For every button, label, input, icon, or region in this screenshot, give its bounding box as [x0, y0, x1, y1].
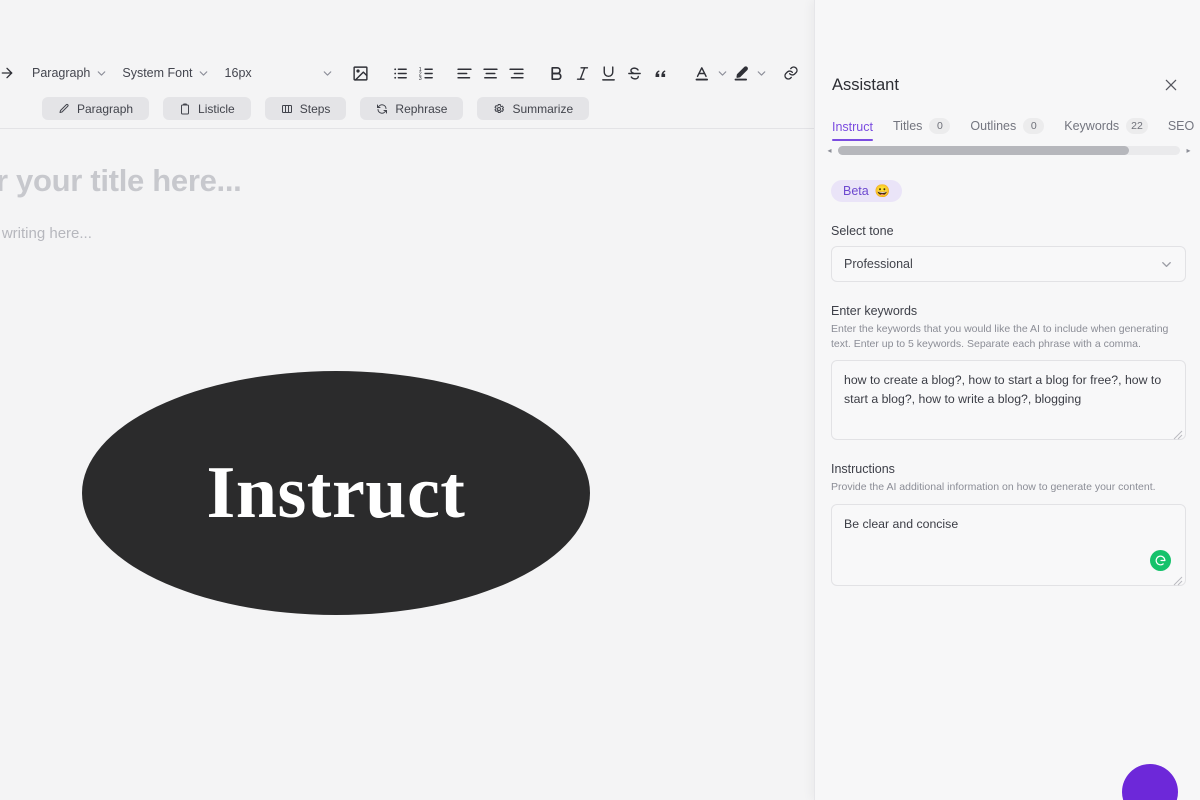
scrollbar-track[interactable]: [838, 146, 1180, 155]
tone-select-value: Professional: [844, 257, 913, 271]
instructions-input[interactable]: Be clear and concise: [831, 503, 1186, 586]
link-icon[interactable]: [778, 60, 804, 86]
chip-rephrase[interactable]: Rephrase: [360, 97, 464, 120]
block-type-select[interactable]: Paragraph: [32, 60, 112, 86]
redo-arrow-icon[interactable]: [0, 60, 22, 86]
italic-icon[interactable]: [570, 60, 596, 86]
blockquote-icon[interactable]: [648, 60, 674, 86]
chat-launcher-button[interactable]: [1122, 764, 1178, 800]
tab-label: Outlines: [970, 119, 1017, 133]
app-root: Paragraph System Font 16px 1 2 3 Paragra…: [0, 0, 1200, 800]
chip-paragraph[interactable]: Paragraph: [42, 97, 150, 120]
assistant-tabs-scrollbar[interactable]: ◂ ▸: [825, 145, 1193, 156]
keywords-field-label: Enter keywords: [831, 304, 918, 318]
text-color-icon[interactable]: [690, 60, 716, 86]
font-size-label: 16px: [224, 66, 252, 80]
strikethrough-icon[interactable]: [622, 60, 648, 86]
chip-label: Listicle: [198, 101, 235, 116]
bullet-list-icon[interactable]: [388, 60, 414, 86]
chip-label: Rephrase: [395, 101, 448, 116]
beta-badge-label: Beta: [843, 184, 869, 198]
instructions-field-label: Instructions: [831, 462, 895, 477]
tab-label: Keywords: [1064, 119, 1120, 133]
chevron-down-icon[interactable]: [755, 62, 768, 84]
chevron-down-icon: [1159, 257, 1174, 272]
keywords-input-value: how to create a blog?, how to start a bl…: [844, 373, 1162, 407]
chip-steps[interactable]: Steps: [264, 97, 347, 120]
bold-icon[interactable]: [544, 60, 570, 86]
columns-icon: [281, 103, 293, 115]
chevron-down-icon: [193, 62, 215, 84]
chip-summarize[interactable]: Summarize: [477, 97, 590, 120]
tab-instruct[interactable]: Instruct: [832, 120, 873, 137]
instruct-callout-label: Instruct: [206, 451, 466, 534]
tab-label: Titles: [893, 119, 923, 133]
tab-titles[interactable]: Titles 0: [893, 118, 951, 137]
assistant-tabs-strip: Instruct Titles 0 Outlines 0 Keywords 22…: [815, 113, 1200, 141]
tone-field: Select tone Professional: [831, 224, 1186, 282]
tone-field-label: Select tone: [831, 224, 894, 238]
tab-keywords[interactable]: Keywords 22: [1064, 118, 1148, 137]
tab-count-badge: 0: [1023, 118, 1045, 134]
chevron-down-icon[interactable]: [321, 62, 334, 84]
instructions-field-help: Provide the AI additional information on…: [831, 481, 1156, 494]
active-tab-indicator: [832, 139, 873, 141]
clipboard-icon: [179, 103, 191, 115]
gear-icon: [493, 103, 505, 115]
resize-grip-icon[interactable]: [1173, 427, 1183, 440]
assistant-panel-body: Beta 😀 Select tone Professional Enter ke…: [815, 156, 1200, 586]
grammarly-icon[interactable]: [1150, 549, 1171, 571]
font-family-select[interactable]: System Font: [122, 60, 214, 86]
align-left-icon[interactable]: [452, 60, 478, 86]
refresh-icon: [376, 103, 388, 115]
ai-action-chip-row: Paragraph Listicle Steps Rephrase Summar…: [0, 97, 814, 120]
pencil-icon: [58, 103, 70, 115]
tab-label: Instruct: [832, 120, 873, 134]
keywords-field-help: Enter the keywords that you would like t…: [831, 323, 1169, 351]
assistant-panel-header: Assistant: [815, 0, 1200, 96]
document-body-placeholder[interactable]: Start writing here...: [0, 225, 814, 242]
underline-icon[interactable]: [596, 60, 622, 86]
chip-label: Summarize: [512, 101, 574, 116]
block-type-label: Paragraph: [32, 66, 91, 80]
align-right-icon[interactable]: [504, 60, 530, 86]
chevron-down-icon[interactable]: [716, 62, 729, 84]
chevron-down-icon: [90, 62, 112, 84]
scrollbar-thumb[interactable]: [838, 146, 1129, 155]
document-title-placeholder[interactable]: Enter your title here...: [0, 162, 814, 199]
editor-toolbar: Paragraph System Font 16px 1 2 3 Paragra…: [0, 55, 814, 129]
scroll-left-arrow-icon[interactable]: ◂: [825, 146, 834, 155]
close-icon[interactable]: [1160, 74, 1182, 96]
chip-label: Paragraph: [77, 101, 134, 116]
chip-listicle[interactable]: Listicle: [163, 97, 251, 120]
tab-count-badge: 0: [929, 118, 951, 134]
assistant-panel: Assistant Instruct Titles 0 Outlines 0 K…: [814, 0, 1200, 800]
tone-select[interactable]: Professional: [831, 246, 1186, 282]
assistant-panel-title: Assistant: [832, 75, 899, 94]
assistant-tabs: Instruct Titles 0 Outlines 0 Keywords 22…: [832, 113, 1200, 137]
scroll-right-arrow-icon[interactable]: ▸: [1184, 146, 1193, 155]
image-icon[interactable]: [348, 60, 374, 86]
smiley-icon: 😀: [874, 183, 891, 198]
tab-label: SEO: [1167, 119, 1195, 133]
tab-outlines[interactable]: Outlines 0: [970, 118, 1045, 137]
chip-label: Steps: [299, 101, 331, 116]
instructions-input-value: Be clear and concise: [844, 516, 959, 531]
tab-seo[interactable]: SEO 0: [1168, 118, 1200, 137]
highlight-color-icon[interactable]: [729, 60, 755, 86]
numbered-list-icon[interactable]: 123: [414, 60, 440, 86]
keywords-field: Enter keywords Enter the keywords that y…: [831, 304, 1186, 441]
tab-count-badge: 22: [1126, 118, 1148, 134]
svg-text:3: 3: [419, 75, 422, 81]
resize-grip-icon[interactable]: [1173, 573, 1183, 586]
font-size-select[interactable]: 16px: [225, 60, 321, 86]
beta-badge: Beta 😀: [831, 180, 903, 202]
toolbar-primary-row: Paragraph System Font 16px 1 2 3: [0, 55, 814, 91]
more-options-icon[interactable]: [804, 60, 814, 86]
align-center-icon[interactable]: [478, 60, 504, 86]
instruct-callout-badge: Instruct: [82, 371, 590, 615]
instructions-field: Instructions Provide the AI additional i…: [831, 462, 1186, 586]
keywords-input[interactable]: how to create a blog?, how to start a bl…: [831, 360, 1186, 441]
font-family-label: System Font: [122, 66, 193, 80]
